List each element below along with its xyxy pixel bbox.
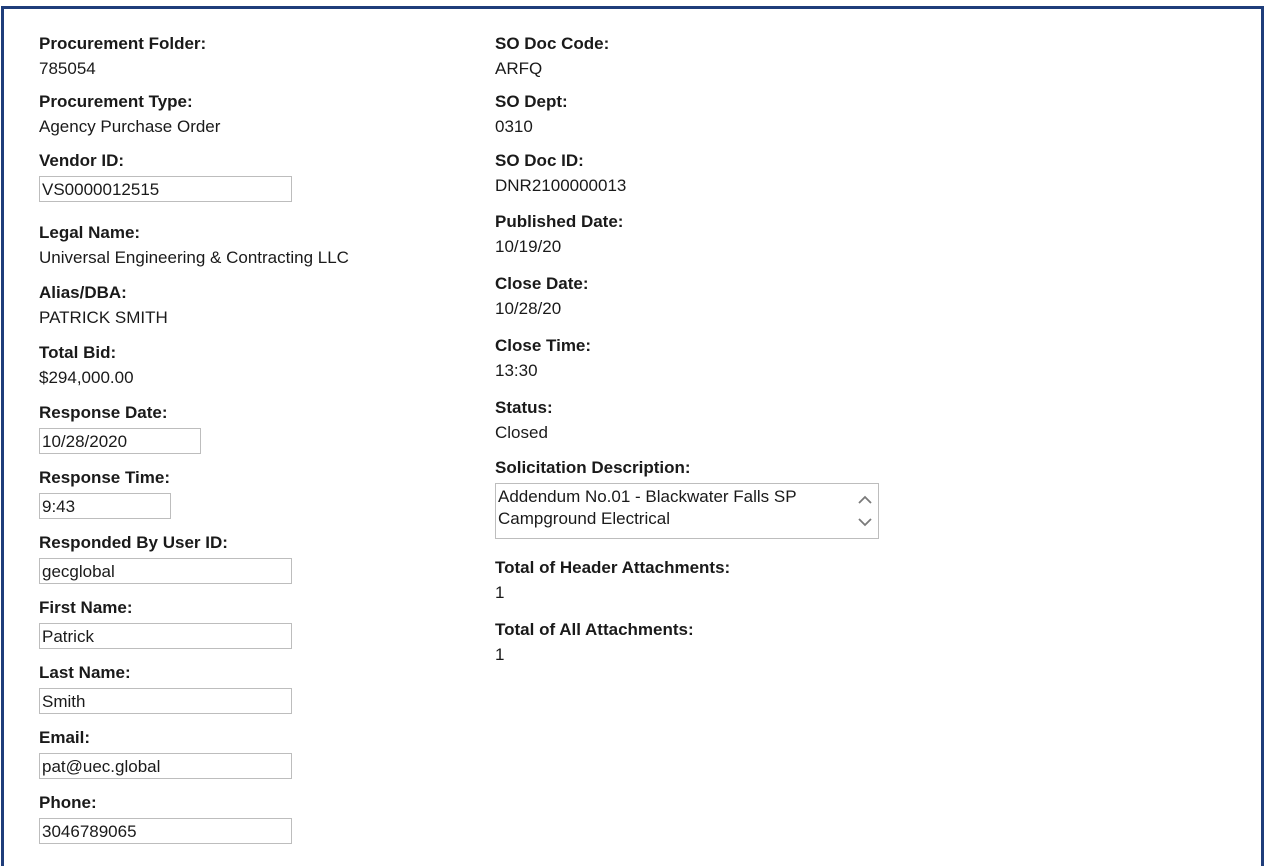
email-field: Email: pat@uec.global <box>39 727 292 779</box>
close-date-value: 10/28/20 <box>495 299 562 318</box>
total-bid-label: Total Bid: <box>39 343 117 362</box>
procurement-type-label: Procurement Type: <box>39 92 193 111</box>
published-date-value: 10/19/20 <box>495 237 562 256</box>
so-doc-code-label: SO Doc Code: <box>495 34 610 53</box>
close-date-label: Close Date: <box>495 274 589 293</box>
procurement-type-field: Procurement Type: Agency Purchase Order <box>39 91 220 138</box>
textarea-scrollbar[interactable] <box>856 488 874 534</box>
so-dept-value: 0310 <box>495 117 533 136</box>
procurement-type-value: Agency Purchase Order <box>39 117 221 136</box>
responded-by-field: Responded By User ID: gecglobal <box>39 532 292 584</box>
total-all-attachments-label: Total of All Attachments: <box>495 620 694 639</box>
total-all-attachments-value: 1 <box>495 645 505 664</box>
legal-name-field: Legal Name: Universal Engineering & Cont… <box>39 222 349 269</box>
solicitation-description-label: Solicitation Description: <box>495 458 691 477</box>
responded-by-label: Responded By User ID: <box>39 533 228 552</box>
published-date-field: Published Date: 10/19/20 <box>495 211 623 258</box>
total-header-attachments-label: Total of Header Attachments: <box>495 558 731 577</box>
phone-field: Phone: 3046789065 <box>39 792 292 844</box>
close-time-field: Close Time: 13:30 <box>495 335 591 382</box>
total-header-attachments-field: Total of Header Attachments: 1 <box>495 557 730 604</box>
close-date-field: Close Date: 10/28/20 <box>495 273 589 320</box>
total-all-attachments-field: Total of All Attachments: 1 <box>495 619 694 666</box>
response-date-input[interactable]: 10/28/2020 <box>39 428 201 454</box>
procurement-folder-value: 785054 <box>39 59 96 78</box>
chevron-down-icon[interactable] <box>856 513 874 531</box>
status-label: Status: <box>495 398 553 417</box>
last-name-field: Last Name: Smith <box>39 662 292 714</box>
response-time-field: Response Time: 9:43 <box>39 467 171 519</box>
legal-name-label: Legal Name: <box>39 223 141 242</box>
so-dept-field: SO Dept: 0310 <box>495 91 568 138</box>
procurement-folder-field: Procurement Folder: 785054 <box>39 33 206 80</box>
so-doc-id-field: SO Doc ID: DNR2100000013 <box>495 150 626 197</box>
first-name-input[interactable]: Patrick <box>39 623 292 649</box>
so-doc-id-value: DNR2100000013 <box>495 176 627 195</box>
total-bid-value: $294,000.00 <box>39 368 134 387</box>
alias-dba-label: Alias/DBA: <box>39 283 127 302</box>
vendor-id-field: Vendor ID: VS0000012515 <box>39 150 292 202</box>
vendor-id-label: Vendor ID: <box>39 151 125 170</box>
solicitation-description-textarea[interactable]: Addendum No.01 - Blackwater Falls SP Cam… <box>495 483 879 539</box>
last-name-input[interactable]: Smith <box>39 688 292 714</box>
legal-name-value: Universal Engineering & Contracting LLC <box>39 248 349 267</box>
email-input[interactable]: pat@uec.global <box>39 753 292 779</box>
solicitation-description-field: Solicitation Description: Addendum No.01… <box>495 457 879 539</box>
phone-label: Phone: <box>39 793 97 812</box>
chevron-up-icon[interactable] <box>856 491 874 509</box>
so-dept-label: SO Dept: <box>495 92 568 111</box>
email-label: Email: <box>39 728 91 747</box>
close-time-label: Close Time: <box>495 336 592 355</box>
phone-input[interactable]: 3046789065 <box>39 818 292 844</box>
vendor-id-input[interactable]: VS0000012515 <box>39 176 292 202</box>
status-field: Status: Closed <box>495 397 553 444</box>
response-date-field: Response Date: 10/28/2020 <box>39 402 201 454</box>
response-date-label: Response Date: <box>39 403 168 422</box>
published-date-label: Published Date: <box>495 212 624 231</box>
last-name-label: Last Name: <box>39 663 131 682</box>
first-name-label: First Name: <box>39 598 133 617</box>
page-frame: Procurement Folder: 785054 Procurement T… <box>1 6 1264 866</box>
alias-dba-value: PATRICK SMITH <box>39 308 168 327</box>
so-doc-code-field: SO Doc Code: ARFQ <box>495 33 609 80</box>
so-doc-code-value: ARFQ <box>495 59 543 78</box>
response-time-label: Response Time: <box>39 468 171 487</box>
responded-by-input[interactable]: gecglobal <box>39 558 292 584</box>
first-name-field: First Name: Patrick <box>39 597 292 649</box>
close-time-value: 13:30 <box>495 361 538 380</box>
response-time-input[interactable]: 9:43 <box>39 493 171 519</box>
status-value: Closed <box>495 423 548 442</box>
total-bid-field: Total Bid: $294,000.00 <box>39 342 134 389</box>
total-header-attachments-value: 1 <box>495 583 505 602</box>
solicitation-description-text: Addendum No.01 - Blackwater Falls SP Cam… <box>498 487 797 528</box>
alias-dba-field: Alias/DBA: PATRICK SMITH <box>39 282 168 329</box>
procurement-folder-label: Procurement Folder: <box>39 34 207 53</box>
so-doc-id-label: SO Doc ID: <box>495 151 584 170</box>
